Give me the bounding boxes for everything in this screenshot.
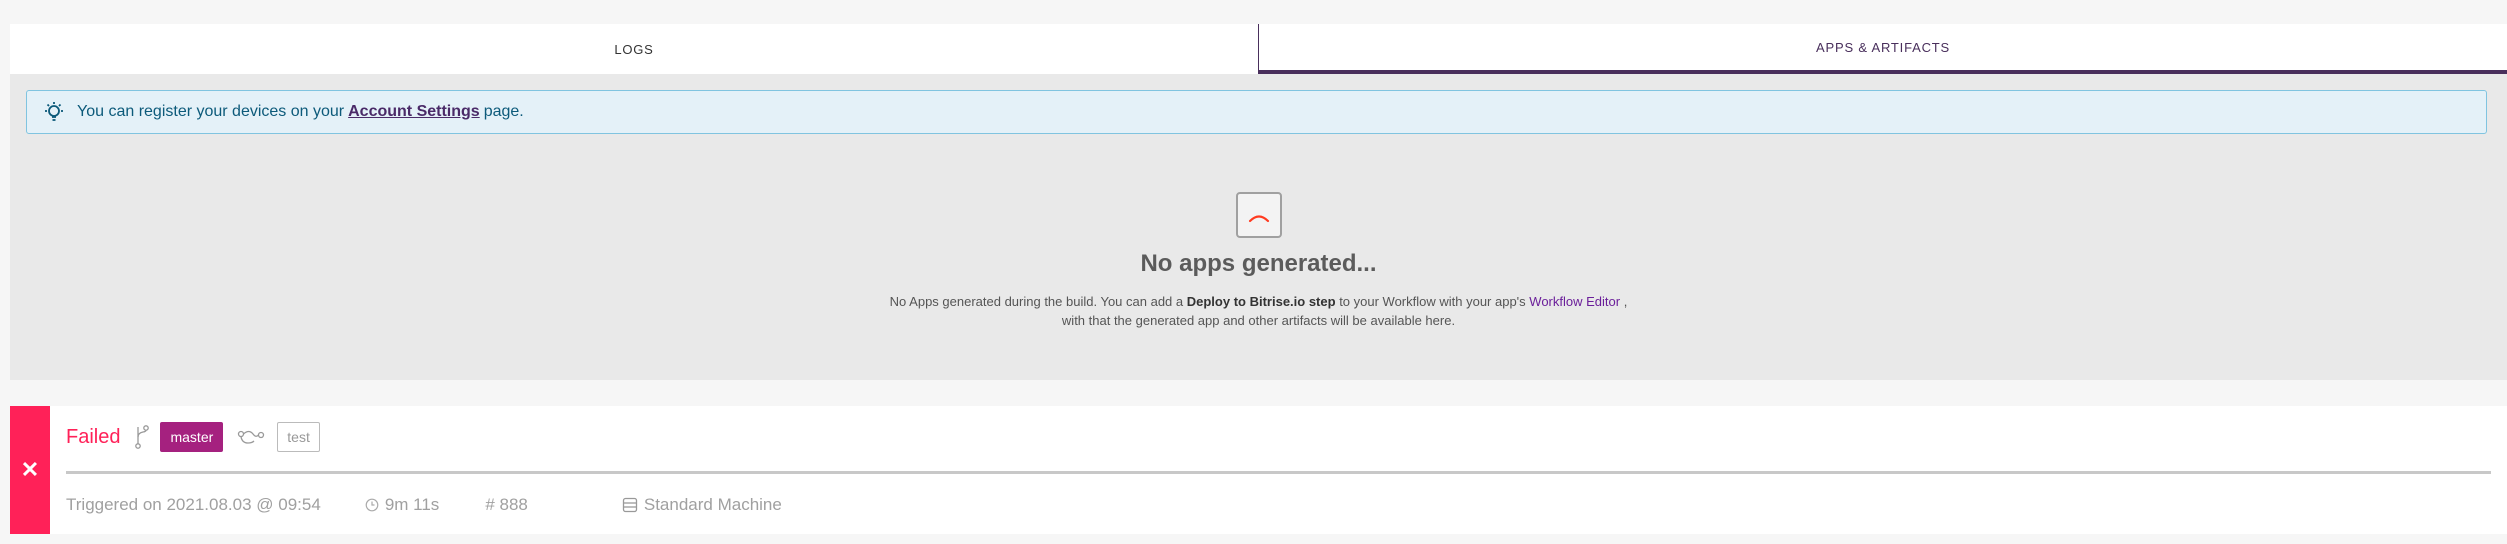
build-meta: Triggered on 2021.08.03 @ 09:54 9m 11s #…: [66, 490, 782, 520]
desc-part-1: No Apps generated during the build. You …: [889, 294, 1184, 309]
branch-badge[interactable]: master: [160, 422, 224, 452]
sad-face-icon: [1235, 192, 1282, 238]
info-banner: You can register your devices on your Ac…: [26, 90, 2487, 134]
empty-description: No Apps generated during the build. You …: [10, 292, 2507, 330]
desc-part-3: ,: [1623, 294, 1628, 309]
duration-text: 9m 11s: [384, 495, 440, 514]
tab-apps-artifacts[interactable]: APPS & ARTIFACTS: [1258, 24, 2507, 74]
branch-icon: [134, 424, 150, 450]
triggered-time: Triggered on 2021.08.03 @ 09:54: [66, 495, 321, 515]
account-settings-link[interactable]: Account Settings: [348, 103, 480, 121]
empty-state: No apps generated... No Apps generated d…: [10, 192, 2507, 330]
triggered-text: Triggered on 2021.08.03 @ 09:54: [66, 495, 321, 514]
desc-line-2: with that the generated app and other ar…: [1061, 313, 1456, 328]
build-progress-bar: [66, 471, 2491, 474]
tab-logs[interactable]: LOGS: [10, 24, 1258, 74]
info-text-after: page.: [483, 103, 524, 120]
artifacts-panel: You can register your devices on your Ac…: [10, 74, 2507, 380]
desc-step-name: Deploy to Bitrise.io step: [1186, 294, 1336, 309]
lightbulb-icon: [43, 101, 65, 123]
workflow-badge[interactable]: test: [277, 422, 320, 452]
info-text-before: You can register your devices on your: [77, 103, 345, 120]
build-summary-card[interactable]: ✕ Failed master test Triggered on 2021.0…: [10, 406, 2507, 534]
machine-text: Standard Machine: [643, 495, 782, 514]
build-number-text: # 888: [485, 495, 528, 514]
workflow-editor-link[interactable]: Workflow Editor: [1529, 294, 1620, 309]
desc-part-2: to your Workflow with your app's: [1339, 294, 1526, 309]
close-icon: ✕: [10, 406, 50, 534]
clock-icon: [365, 498, 379, 512]
machine-type: Standard Machine: [622, 495, 782, 515]
tab-bar: LOGS APPS & ARTIFACTS: [10, 24, 2507, 74]
build-header: Failed master test: [66, 420, 320, 454]
build-number: # 888: [485, 495, 528, 515]
build-duration: 9m 11s: [365, 495, 440, 515]
build-status: Failed: [66, 425, 121, 448]
machine-icon: [622, 497, 638, 513]
workflow-icon: [237, 426, 265, 448]
empty-title: No apps generated...: [1140, 250, 1377, 277]
